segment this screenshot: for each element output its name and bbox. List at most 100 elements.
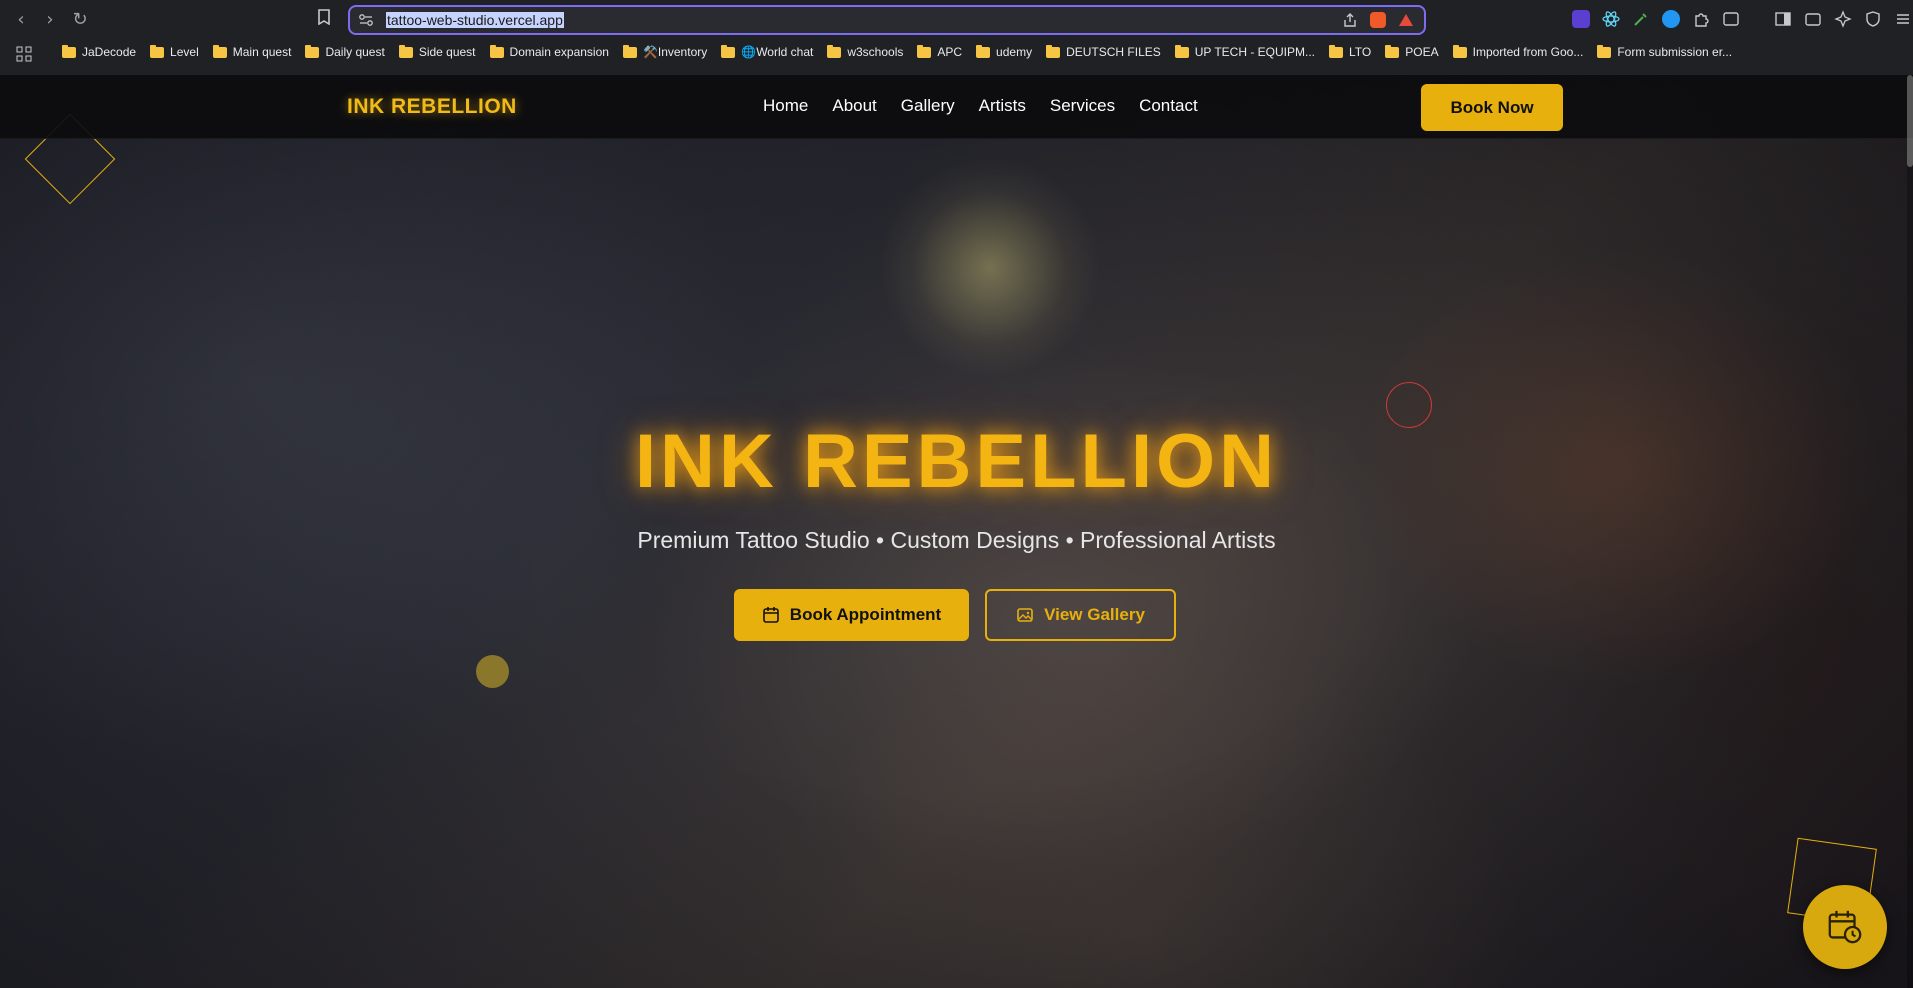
floating-booking-button[interactable] <box>1803 885 1887 969</box>
bookmark-item[interactable]: udemy <box>976 44 1033 59</box>
bookmark-item[interactable]: DEUTSCH FILES <box>1046 44 1161 59</box>
view-gallery-label: View Gallery <box>1044 605 1145 624</box>
bookmark-item[interactable]: UP TECH - EQUIPM... <box>1174 44 1316 59</box>
scrollbar-thumb[interactable] <box>1907 75 1913 167</box>
bookmark-label: DEUTSCH FILES <box>1066 45 1161 59</box>
forward-arrow-icon[interactable]: › <box>39 9 61 31</box>
bookmark-item[interactable]: ⚒️Inventory <box>622 44 708 59</box>
bookmark-item[interactable]: Form submission er... <box>1597 44 1733 59</box>
view-gallery-button[interactable]: View Gallery <box>985 589 1176 641</box>
menu-icon[interactable] <box>1894 10 1912 28</box>
book-now-button[interactable]: Book Now <box>1421 84 1563 131</box>
nav-link-services[interactable]: Services <box>1050 96 1115 116</box>
folder-icon <box>1597 44 1612 58</box>
bookmark-label: Imported from Goo... <box>1472 45 1584 59</box>
fi-extension-icon[interactable] <box>1662 10 1680 28</box>
brand-logo[interactable]: INK REBELLION <box>347 95 517 119</box>
book-appointment-label: Book Appointment <box>789 605 942 624</box>
hero-subtitle: Premium Tattoo Studio • Custom Designs •… <box>637 527 1276 553</box>
bookmark-label: Daily quest <box>325 45 385 59</box>
bookmark-item[interactable]: Level <box>150 44 199 59</box>
bookmark-item[interactable]: Main quest <box>212 44 292 59</box>
bookmark-label: POEA <box>1405 45 1439 59</box>
bookmark-item[interactable]: Daily quest <box>305 44 385 59</box>
folder-icon <box>1385 44 1400 58</box>
site-navbar: INK REBELLION Home About Gallery Artists Ser… <box>0 75 1913 139</box>
apps-grid-icon[interactable] <box>16 46 32 62</box>
folder-icon <box>398 44 413 58</box>
hero-title: INK REBELLION <box>634 419 1279 504</box>
bookmark-list: JaDecode Level Main quest Daily quest Side q… <box>62 44 1746 59</box>
decorative-dot <box>476 655 509 688</box>
folder-icon <box>1046 44 1061 58</box>
brave-shield-icon[interactable] <box>1370 12 1386 28</box>
folder-icon <box>1174 44 1189 58</box>
nav-link-artists[interactable]: Artists <box>979 96 1026 116</box>
nav-link-home[interactable]: Home <box>763 96 808 116</box>
bookmark-item[interactable]: LTO <box>1329 44 1372 59</box>
folder-icon <box>150 44 165 58</box>
wallet-icon[interactable] <box>1804 10 1822 28</box>
bookmark-label: Level <box>170 45 199 59</box>
bookmark-label: UP TECH - EQUIPM... <box>1194 45 1316 59</box>
folder-icon <box>62 44 76 58</box>
bookmark-label: Domain expansion <box>509 45 609 59</box>
bookmark-label: udemy <box>996 45 1033 59</box>
nav-link-about[interactable]: About <box>832 96 876 116</box>
folder-icon <box>827 44 842 58</box>
bookmarks-bar: JaDecode Level Main quest Daily quest Side q… <box>0 42 1913 68</box>
folder-icon <box>1329 44 1344 58</box>
nav-link-contact[interactable]: Contact <box>1139 96 1198 116</box>
bookmark-item[interactable]: w3schools <box>827 44 904 59</box>
folder-icon <box>305 44 320 58</box>
bookmark-label: APC <box>937 45 963 59</box>
extensions-area <box>1572 10 1912 28</box>
folder-icon <box>622 44 637 58</box>
folder-icon <box>212 44 227 58</box>
share-icon[interactable] <box>1342 12 1358 28</box>
back-arrow-icon[interactable]: ‹ <box>10 9 32 31</box>
bookmark-label: Main quest <box>232 45 292 59</box>
extension-purple-icon[interactable] <box>1572 10 1590 28</box>
bookmark-item[interactable]: Imported from Goo... <box>1452 44 1584 59</box>
nav-link-gallery[interactable]: Gallery <box>901 96 955 116</box>
bookmark-label: Form submission er... <box>1617 45 1733 59</box>
tab-search-icon[interactable] <box>1722 10 1740 28</box>
brave-rewards-icon[interactable] <box>1398 12 1414 28</box>
image-icon <box>1017 608 1033 622</box>
eyedropper-icon[interactable] <box>1632 10 1650 28</box>
browser-chrome: ‹ › ↻ tattoo-web-studio.vercel.app JaDec… <box>0 0 1913 75</box>
folder-icon <box>1452 44 1467 58</box>
bookmark-item[interactable]: JaDecode <box>62 44 137 59</box>
bookmark-label: w3schools <box>847 45 904 59</box>
leo-ai-icon[interactable] <box>1834 10 1852 28</box>
vpn-shield-icon[interactable] <box>1864 10 1882 28</box>
sidebar-icon[interactable] <box>1774 10 1792 28</box>
reload-icon[interactable]: ↻ <box>69 9 91 31</box>
bookmark-label: JaDecode <box>82 45 137 59</box>
bookmark-label: LTO <box>1349 45 1372 59</box>
react-devtools-icon[interactable] <box>1602 10 1620 28</box>
bookmark-item[interactable]: APC <box>917 44 963 59</box>
address-bar[interactable]: tattoo-web-studio.vercel.app <box>348 5 1426 35</box>
bookmark-item[interactable]: 🌐World chat <box>721 44 814 59</box>
folder-icon <box>917 44 932 58</box>
calendar-clock-icon <box>1828 910 1862 944</box>
browser-toolbar: ‹ › ↻ tattoo-web-studio.vercel.app <box>0 0 1913 40</box>
site-info-icon[interactable] <box>358 13 374 27</box>
bookmark-icon[interactable] <box>313 9 335 31</box>
puzzle-extensions-icon[interactable] <box>1692 10 1710 28</box>
url-text[interactable]: tattoo-web-studio.vercel.app <box>386 12 564 28</box>
bookmark-item[interactable]: Domain expansion <box>489 44 609 59</box>
page-scrollbar[interactable] <box>1907 75 1913 988</box>
bookmark-label: Side quest <box>418 45 476 59</box>
website-viewport: INK REBELLION Home About Gallery Artists Ser… <box>0 75 1913 988</box>
main-menu: Home About Gallery Artists Services Contact <box>763 96 1222 116</box>
folder-icon <box>721 44 736 58</box>
bookmark-item[interactable]: Side quest <box>398 44 476 59</box>
bookmark-label: ⚒️Inventory <box>642 45 708 59</box>
bookmark-item[interactable]: POEA <box>1385 44 1439 59</box>
calendar-icon <box>762 607 779 623</box>
book-appointment-button[interactable]: Book Appointment <box>734 589 969 641</box>
bookmark-label: 🌐World chat <box>741 45 814 59</box>
